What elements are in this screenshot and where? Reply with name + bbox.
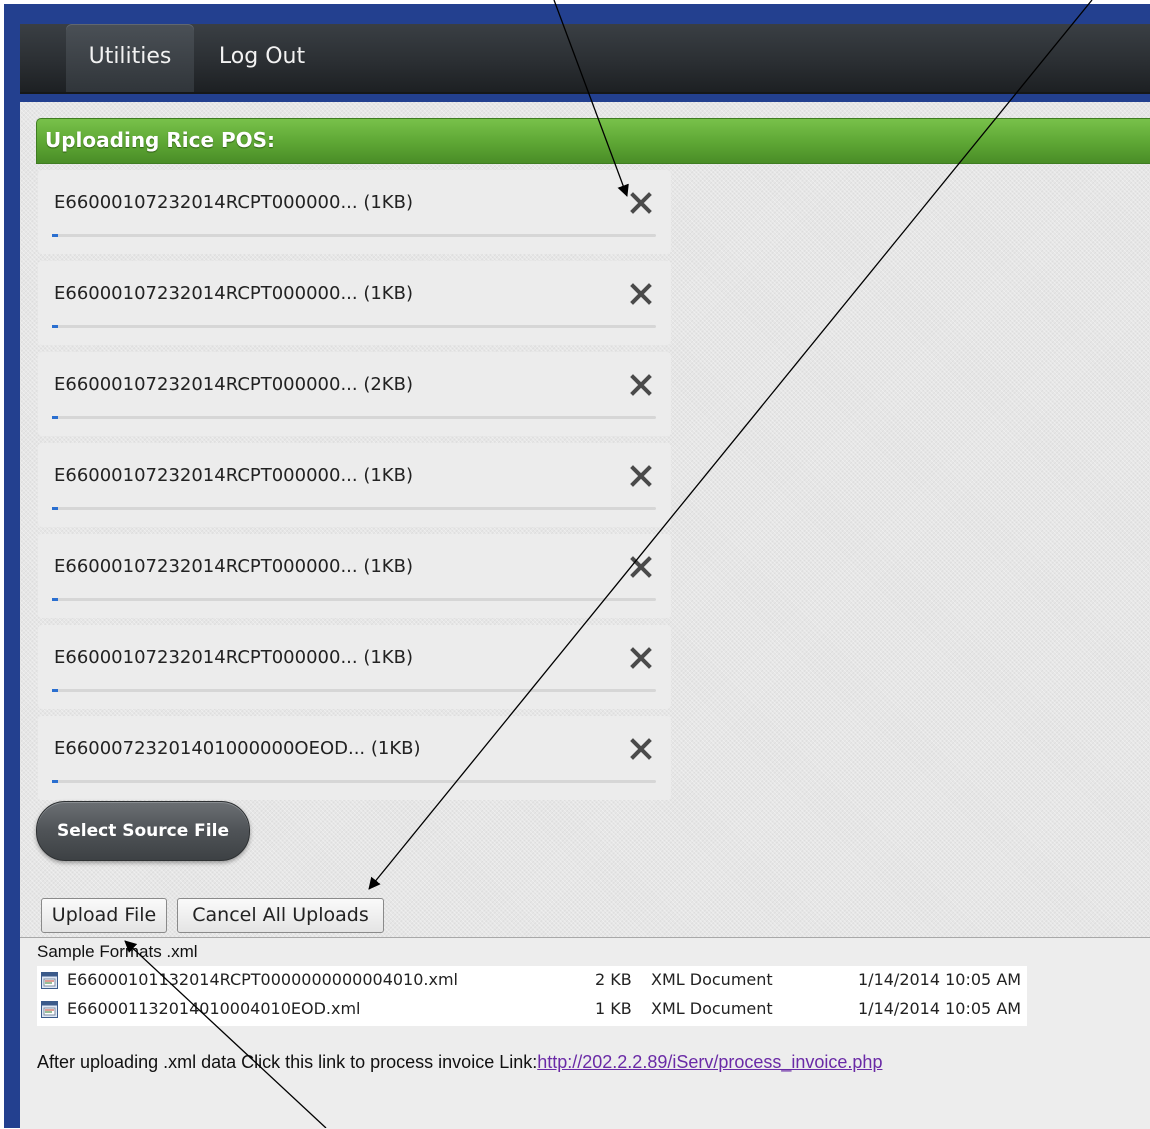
upload-progress-fill <box>52 780 58 783</box>
file-type: XML Document <box>651 970 773 989</box>
upload-queue-item: E66000723201401000000OEOD... (1KB) <box>38 716 671 800</box>
upload-queue-item: E66000107232014RCPT000000... (1KB) <box>38 534 671 618</box>
cancel-upload-icon[interactable] <box>628 372 654 398</box>
upload-panel-header: Uploading Rice POS: <box>36 118 1150 164</box>
upload-queue-item: E66000107232014RCPT000000... (1KB) <box>38 443 671 527</box>
nav-log-out[interactable]: Log Out <box>216 24 308 92</box>
queued-file-label: E66000723201401000000OEOD... (1KB) <box>54 738 421 759</box>
upload-progress-bar <box>52 507 656 510</box>
select-source-file-button[interactable]: Select Source File <box>36 801 250 861</box>
cancel-upload-icon[interactable] <box>628 190 654 216</box>
upload-progress-fill <box>52 234 58 237</box>
queued-file-label: E66000107232014RCPT000000... (1KB) <box>54 465 413 486</box>
cancel-upload-icon[interactable] <box>628 281 654 307</box>
panel-title: Uploading Rice POS: <box>45 128 276 152</box>
upload-progress-fill <box>52 325 58 328</box>
top-nav-bar: Utilities Log Out <box>20 24 1150 94</box>
sample-file-list: E66000101132014RCPT0000000000004010.xml … <box>37 966 1027 1026</box>
file-name: E66000101132014RCPT0000000000004010.xml <box>67 970 458 989</box>
cancel-upload-icon[interactable] <box>628 463 654 489</box>
queued-file-label: E66000107232014RCPT000000... (1KB) <box>54 283 413 304</box>
upload-progress-bar <box>52 780 656 783</box>
queued-file-label: E66000107232014RCPT000000... (1KB) <box>54 647 413 668</box>
upload-progress-bar <box>52 234 656 237</box>
queued-file-label: E66000107232014RCPT000000... (2KB) <box>54 374 413 395</box>
queued-file-label: E66000107232014RCPT000000... (1KB) <box>54 192 413 213</box>
nav-utilities[interactable]: Utilities <box>66 24 194 92</box>
file-size: 2 KB <box>595 970 632 989</box>
upload-progress-fill <box>52 507 58 510</box>
file-name: E660001132014010004010EOD.xml <box>67 999 361 1018</box>
upload-progress-fill <box>52 689 58 692</box>
file-date: 1/14/2014 10:05 AM <box>858 970 1022 989</box>
sample-formats-label: Sample Formats .xml <box>37 942 198 961</box>
file-size: 1 KB <box>595 999 632 1018</box>
queued-file-label: E66000107232014RCPT000000... (1KB) <box>54 556 413 577</box>
cancel-all-uploads-button[interactable]: Cancel All Uploads <box>177 898 384 933</box>
process-invoice-note: After uploading .xml data Click this lin… <box>37 1052 882 1073</box>
file-type: XML Document <box>651 999 773 1018</box>
file-row[interactable]: E66000101132014RCPT0000000000004010.xml … <box>37 966 1027 995</box>
upload-queue-item: E66000107232014RCPT000000... (1KB) <box>38 170 671 254</box>
upload-file-button[interactable]: Upload File <box>41 898 167 933</box>
upload-progress-fill <box>52 416 58 419</box>
upload-queue-item: E66000107232014RCPT000000... (1KB) <box>38 625 671 709</box>
upload-queue-item: E66000107232014RCPT000000... (1KB) <box>38 261 671 345</box>
upload-progress-bar <box>52 598 656 601</box>
cancel-upload-icon[interactable] <box>628 554 654 580</box>
note-text: After uploading .xml data Click this lin… <box>37 1052 538 1072</box>
upload-progress-bar <box>52 416 656 419</box>
file-date: 1/14/2014 10:05 AM <box>858 999 1022 1018</box>
upload-progress-bar <box>52 689 656 692</box>
upload-progress-bar <box>52 325 656 328</box>
file-row[interactable]: E660001132014010004010EOD.xml 1 KB XML D… <box>37 995 1027 1024</box>
xml-file-icon <box>41 1001 58 1018</box>
upload-progress-fill <box>52 598 58 601</box>
cancel-upload-icon[interactable] <box>628 736 654 762</box>
process-invoice-link[interactable]: http://202.2.2.89/iServ/process_invoice.… <box>537 1052 882 1072</box>
upload-queue-item: E66000107232014RCPT000000... (2KB) <box>38 352 671 436</box>
cancel-upload-icon[interactable] <box>628 645 654 671</box>
xml-file-icon <box>41 972 58 989</box>
